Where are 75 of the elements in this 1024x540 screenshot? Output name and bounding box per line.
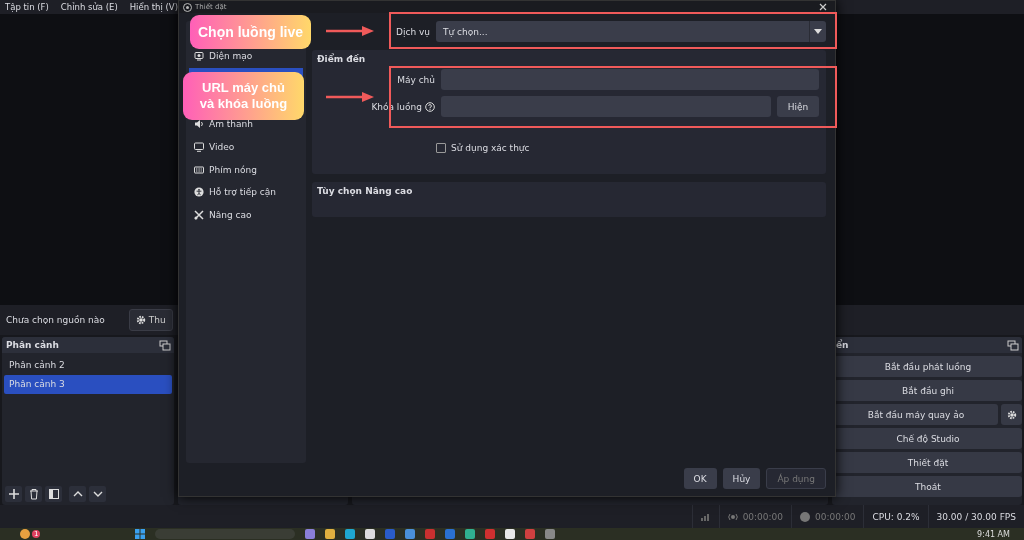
app-icon [405, 529, 416, 539]
stream-timer: 00:00:00 [742, 511, 784, 522]
app-icon [345, 529, 356, 539]
menu-item[interactable]: Chỉnh sửa (E) [60, 2, 118, 12]
trash-icon [27, 488, 40, 500]
service-dropdown[interactable]: Tự chọn... [436, 21, 826, 42]
server-url-field[interactable] [441, 69, 819, 90]
gear-icon [1006, 409, 1017, 420]
control-button[interactable]: Bắt đầu phát luồng [834, 356, 1022, 377]
app-icon [505, 529, 516, 539]
scene-item[interactable]: Phân cảnh 2 [4, 356, 172, 375]
group-title: Điểm đến [317, 54, 367, 64]
sidebar-item[interactable]: Nâng cao [186, 203, 306, 227]
windows-icon [135, 529, 146, 539]
control-button[interactable]: Thiết đặt [834, 452, 1022, 473]
app-icon [425, 529, 436, 539]
accessibility-icon [194, 187, 204, 198]
record-timer: 00:00:00 [815, 511, 856, 522]
dialog-button[interactable]: Hủy [722, 468, 761, 489]
control-button[interactable]: Bắt đầu máy quay ảo [834, 404, 998, 425]
app-icon [385, 529, 396, 539]
help-icon [425, 101, 435, 112]
properties-button[interactable]: Thu [128, 309, 173, 331]
field-label: Máy chủ [397, 74, 435, 85]
group-title: Tùy chọn Nâng cao [317, 186, 414, 196]
menu-item[interactable]: Hiển thị (V) [129, 2, 178, 12]
app-icon [365, 529, 376, 539]
monitor-icon [194, 142, 204, 153]
speaker-icon [194, 119, 204, 130]
sidebar-item[interactable]: Video [186, 135, 306, 159]
show-button[interactable]: Hiện [777, 96, 819, 117]
keyboard-icon [194, 164, 204, 175]
app-icon [545, 529, 556, 539]
cpu-usage: CPU: 0.2% [872, 511, 920, 522]
checkbox[interactable] [436, 143, 446, 153]
callout-tooltip: URL máy chủ và khóa luồng [183, 72, 304, 120]
control-button[interactable]: Bắt đầu ghi [834, 380, 1022, 401]
arrow-icon [326, 26, 374, 36]
signal-icon [700, 512, 711, 521]
app-icon [485, 529, 496, 539]
caret-icon [814, 29, 822, 34]
appearance-icon [194, 51, 204, 62]
tools-icon [194, 210, 204, 221]
settings-button[interactable] [1001, 404, 1022, 425]
callout-tooltip: Chọn luồng live [190, 15, 311, 49]
add-icon [7, 488, 20, 500]
add-button[interactable] [5, 486, 22, 502]
dialog-button[interactable]: OK [683, 468, 717, 489]
chevron-down-button[interactable] [89, 486, 106, 502]
app-icon [525, 529, 536, 539]
arrow-icon [326, 92, 374, 102]
app-icon [465, 529, 476, 539]
control-button[interactable]: Thoát [834, 476, 1022, 497]
no-source-label: Chưa chọn nguồn nào [6, 315, 105, 325]
record-icon [800, 511, 811, 522]
scene-item[interactable]: Phân cảnh 3 [4, 375, 172, 394]
sidebar-item[interactable]: Hỗ trợ tiếp cận [186, 181, 306, 204]
broadcast-icon [727, 511, 738, 522]
fps-readout: 30.00 / 30.00 FPS [936, 511, 1016, 522]
panel-title: ển [836, 340, 849, 350]
gear-icon [135, 315, 146, 325]
chevron-up-button[interactable] [69, 486, 86, 502]
app-icon [305, 529, 316, 539]
checkbox-label: Sử dụng xác thực [451, 143, 530, 153]
app-logo-icon [183, 2, 192, 12]
sidebar-item[interactable]: Phím nóng [186, 158, 306, 182]
field-label: Dịch vụ [396, 26, 430, 37]
trash-button[interactable] [25, 486, 42, 502]
app-icon [325, 529, 336, 539]
search-field[interactable] [155, 529, 296, 539]
app-icon [445, 529, 456, 539]
panel-title: Phân cảnh [6, 340, 59, 350]
clock: 9:41 AM [977, 529, 1010, 539]
menu-item[interactable]: Tập tin (F) [5, 2, 49, 12]
control-button[interactable]: Chế độ Studio [834, 428, 1022, 449]
